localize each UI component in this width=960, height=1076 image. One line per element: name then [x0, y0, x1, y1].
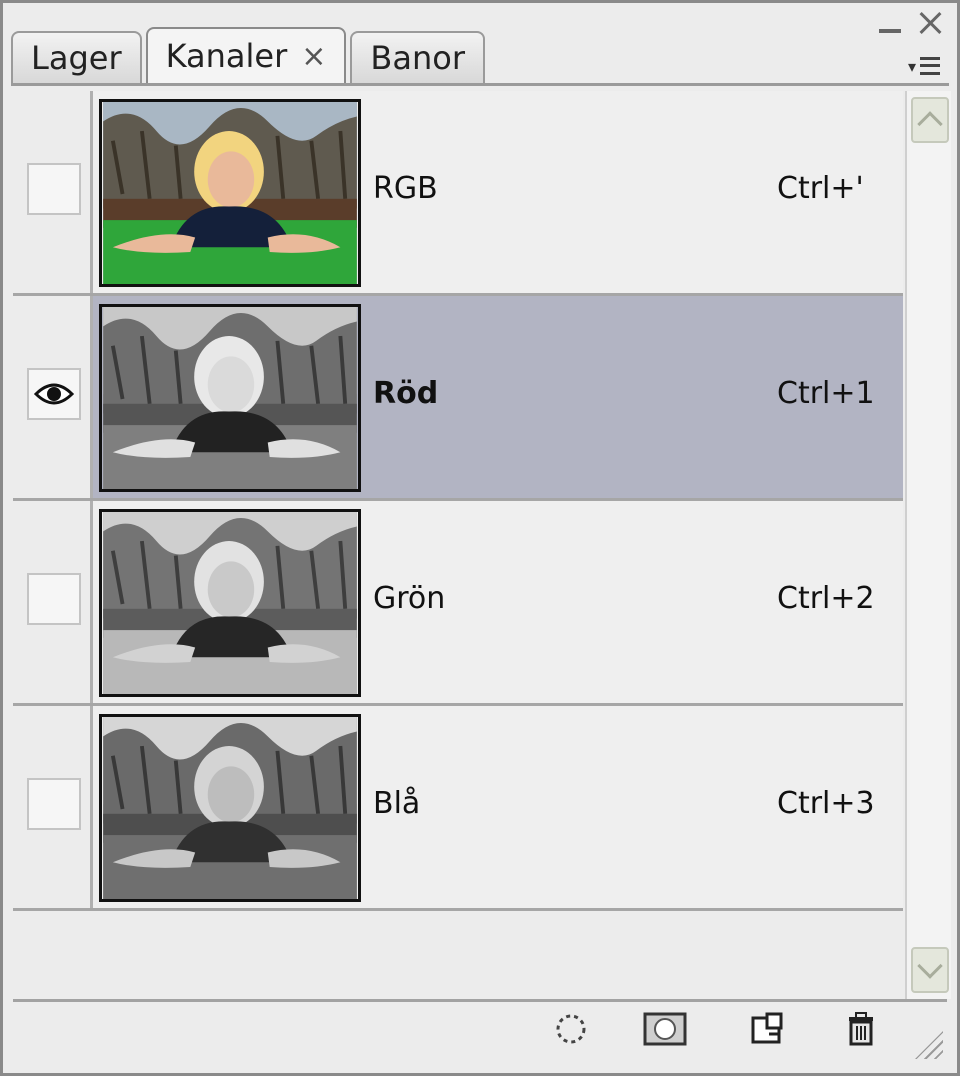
new-channel-button[interactable] [745, 1009, 789, 1049]
tab-label: Lager [31, 39, 122, 77]
visibility-toggle[interactable] [27, 368, 81, 420]
visibility-toggle[interactable] [27, 163, 81, 215]
scroll-down-button[interactable] [911, 947, 949, 993]
load-selection-icon [556, 1014, 586, 1044]
tab-label: Kanaler [165, 37, 288, 75]
chevron-down-icon [917, 953, 943, 979]
close-icon[interactable] [917, 9, 943, 37]
tab-bar: Lager Kanaler × Banor [11, 27, 485, 83]
channel-name: Grön [373, 581, 446, 616]
channel-shortcut: Ctrl+2 [777, 581, 875, 616]
tab-kanaler[interactable]: Kanaler × [145, 27, 347, 83]
tab-label: Banor [370, 39, 465, 77]
thumbnail-image [103, 717, 357, 899]
channel-thumbnail [99, 304, 361, 492]
window-controls [877, 9, 943, 37]
trash-icon [849, 1012, 873, 1046]
chevron-up-icon [917, 111, 943, 137]
tab-banor[interactable]: Banor [350, 31, 485, 83]
channel-name: Röd [373, 376, 439, 411]
divider [11, 83, 949, 86]
tab-close-icon[interactable]: × [301, 39, 326, 74]
channel-row-bla[interactable]: Blå Ctrl+3 [13, 706, 903, 911]
new-channel-icon [751, 1012, 783, 1044]
visibility-toggle[interactable] [27, 573, 81, 625]
panel-footer [13, 1003, 947, 1063]
visibility-toggle[interactable] [27, 778, 81, 830]
eye-icon [34, 383, 74, 405]
channel-thumbnail [99, 99, 361, 287]
channel-shortcut: Ctrl+' [777, 171, 864, 206]
panel-menu-icon[interactable]: ▾ [901, 49, 947, 83]
channel-thumbnail [99, 714, 361, 902]
delete-channel-button[interactable] [839, 1009, 883, 1049]
vertical-scrollbar[interactable] [905, 91, 951, 999]
tab-lager[interactable]: Lager [11, 31, 142, 83]
channels-panel: Lager Kanaler × Banor ▾ RGB Ctrl+' Röd C… [0, 0, 960, 1076]
channel-shortcut: Ctrl+1 [777, 376, 875, 411]
channel-row-rod[interactable]: Röd Ctrl+1 [13, 296, 903, 501]
thumbnail-image [103, 102, 357, 284]
channel-name: RGB [373, 171, 438, 206]
save-mask-button[interactable] [643, 1009, 687, 1049]
channel-name: Blå [373, 786, 421, 821]
channel-row-rgb[interactable]: RGB Ctrl+' [13, 91, 903, 296]
load-selection-button[interactable] [549, 1009, 593, 1049]
resize-grip[interactable] [915, 1031, 943, 1059]
channel-shortcut: Ctrl+3 [777, 786, 875, 821]
channel-row-gron[interactable]: Grön Ctrl+2 [13, 501, 903, 706]
save-mask-icon [643, 1012, 687, 1046]
channel-list: RGB Ctrl+' Röd Ctrl+1 Grön Ctrl+2 Blå Ct… [13, 91, 903, 913]
scroll-up-button[interactable] [911, 97, 949, 143]
thumbnail-image [103, 307, 357, 489]
minimize-icon[interactable] [877, 9, 903, 37]
channel-thumbnail [99, 509, 361, 697]
thumbnail-image [103, 512, 357, 694]
divider [13, 999, 947, 1002]
